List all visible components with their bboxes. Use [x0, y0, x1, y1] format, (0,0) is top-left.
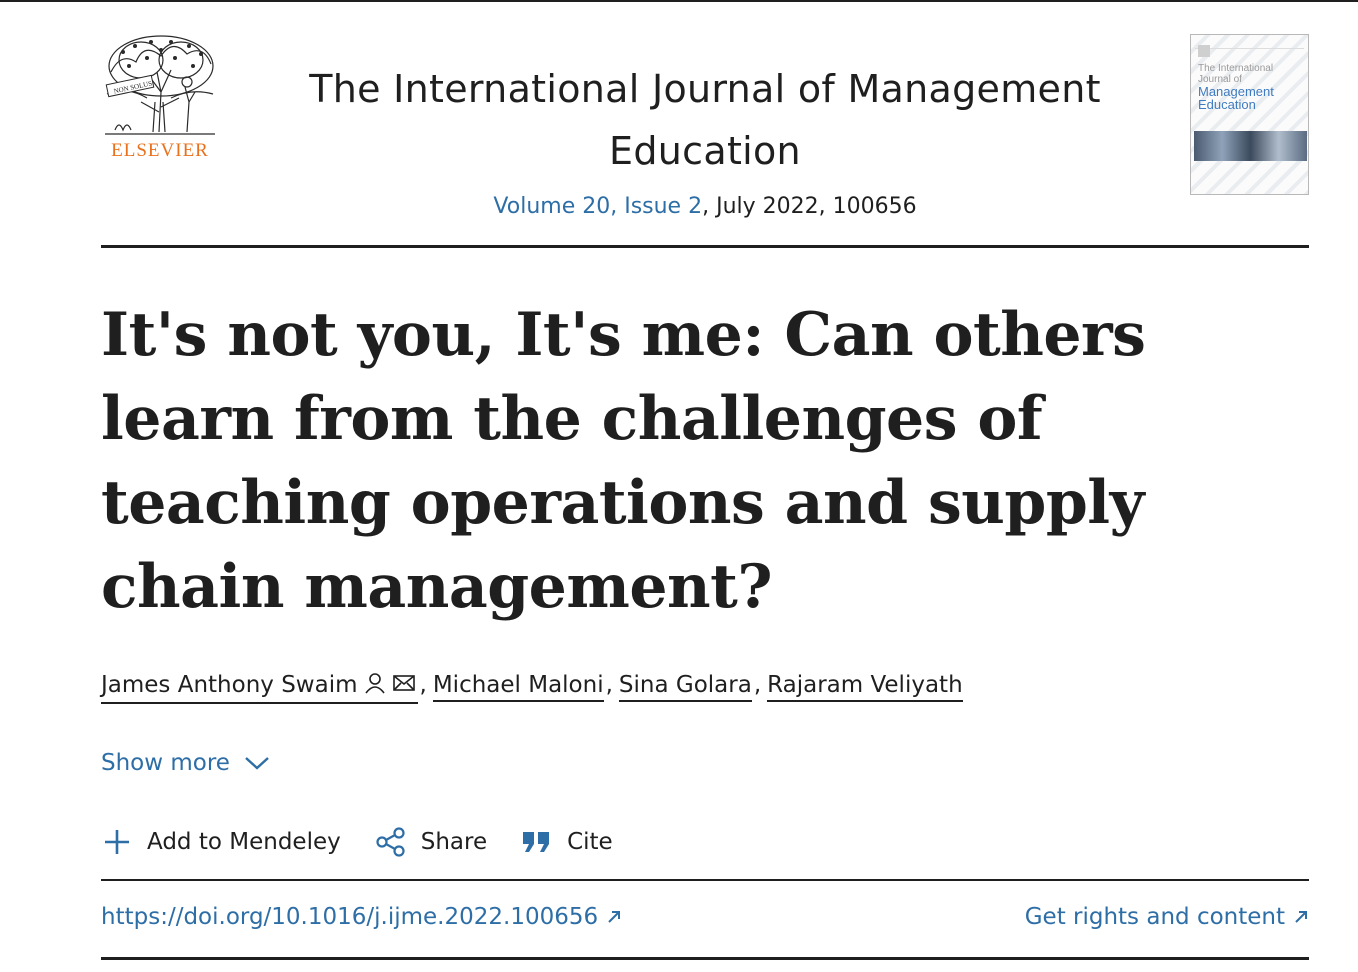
journal-title[interactable]: The International Journal of Management … — [251, 58, 1159, 182]
cite-button[interactable]: Cite — [521, 826, 613, 858]
quote-icon — [523, 832, 550, 852]
chevron-down-icon — [245, 757, 269, 770]
cite-label: Cite — [567, 829, 613, 855]
elsevier-logo[interactable]: NON SOLUS ELSEVIER — [101, 32, 219, 167]
author-link[interactable]: Rajaram Veliyath — [767, 672, 963, 702]
actions-divider — [101, 879, 1309, 881]
author-link[interactable]: Michael Maloni — [432, 672, 604, 702]
bottom-divider — [101, 957, 1309, 960]
plus-icon — [105, 830, 129, 854]
envelope-icon — [392, 675, 415, 691]
show-more-button[interactable]: Show more — [101, 750, 270, 776]
issue-line: Volume 20, Issue 2, July 2022, 100656 — [251, 194, 1159, 219]
header-divider — [101, 245, 1309, 248]
share-label: Share — [420, 829, 488, 855]
doi-text: https://doi.org/10.1016/j.ijme.2022.1006… — [101, 904, 599, 930]
author-separator: , — [753, 672, 762, 698]
publisher-name: ELSEVIER — [111, 140, 209, 161]
add-to-mendeley-button[interactable]: Add to Mendeley — [101, 826, 341, 858]
external-link-icon — [608, 911, 621, 923]
cover-line-1: The International — [1198, 63, 1274, 74]
doi-link[interactable]: https://doi.org/10.1016/j.ijme.2022.1006… — [101, 904, 622, 930]
external-link-icon — [1295, 911, 1307, 923]
person-icon — [364, 673, 385, 694]
cover-image — [1194, 131, 1307, 161]
article-actions: Add to Mendeley Share Cite — [101, 822, 647, 862]
cover-logo-icon — [1198, 45, 1210, 57]
rights-text: Get rights and content — [1024, 904, 1285, 930]
get-rights-link[interactable]: Get rights and content — [1025, 904, 1309, 930]
author-separator: , — [605, 672, 613, 698]
journal-cover-thumbnail[interactable]: The International Journal of Management … — [1190, 34, 1309, 195]
author-icons — [364, 672, 418, 700]
author-name: James Anthony Swaim — [101, 672, 358, 698]
cover-text: The International Journal of Management … — [1198, 63, 1288, 111]
journal-info: The International Journal of Management … — [251, 58, 1159, 219]
cover-pattern — [1191, 35, 1308, 194]
elsevier-tree-icon: NON SOLUS — [105, 35, 215, 135]
author-link[interactable]: Sina Golara — [618, 672, 752, 702]
top-border — [0, 0, 1358, 2]
journal-header: NON SOLUS ELSEVIER The International Jou… — [101, 32, 1309, 219]
author-link[interactable]: James Anthony Swaim — [101, 672, 418, 704]
mendeley-label: Add to Mendeley — [147, 829, 341, 855]
show-more-label: Show more — [101, 750, 230, 776]
share-icon — [376, 827, 405, 857]
share-button[interactable]: Share — [375, 826, 487, 858]
author-separator: , — [419, 672, 427, 698]
cover-topbar — [1195, 39, 1304, 49]
volume-issue-link[interactable]: Volume 20, Issue 2 — [493, 194, 702, 219]
article-title: It's not you, It's me: Can others learn … — [101, 300, 1146, 622]
cover-line-4: Education — [1198, 97, 1256, 112]
author-list: James Anthony Swaim, Michael Maloni, Sina … — [101, 672, 1301, 704]
issue-date: , July 2022, 100656 — [702, 194, 917, 219]
